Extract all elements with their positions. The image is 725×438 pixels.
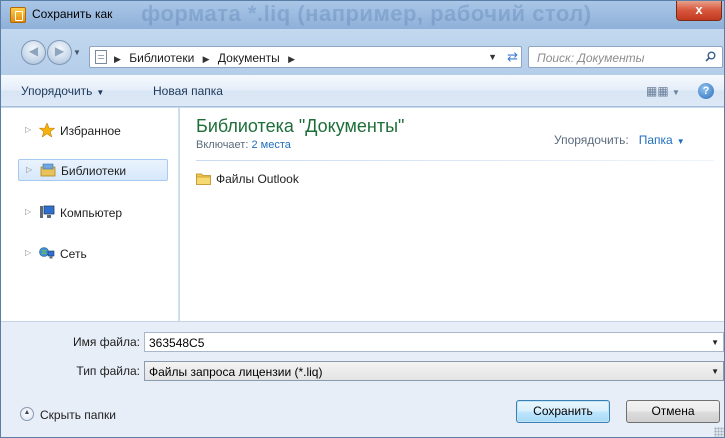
cancel-button[interactable]: Отмена — [626, 400, 720, 423]
folder-icon — [196, 173, 211, 185]
folder-name: Файлы Outlook — [216, 172, 299, 186]
filename-label: Имя файла: — [73, 335, 140, 349]
arrange-label: Упорядочить: — [554, 133, 629, 147]
address-bar[interactable]: ▶ Библиотеки ▶ Документы ▶ ▼ ⇄ — [89, 46, 522, 68]
breadcrumb-libraries[interactable]: Библиотеки — [129, 51, 194, 65]
nav-item-computer[interactable]: ▷ Компьютер — [1, 201, 179, 223]
filetype-select[interactable]: Файлы запроса лицензии (*.liq) ▼ — [144, 361, 724, 381]
nav-item-favorites[interactable]: ▷ Избранное — [1, 119, 179, 141]
star-icon — [39, 123, 55, 137]
new-folder-button[interactable]: Новая папка — [153, 84, 223, 98]
view-options-icon[interactable]: ▦▦ ▼ — [646, 84, 680, 98]
nav-label-network: Сеть — [60, 247, 87, 261]
breadcrumb-chevron-icon[interactable]: ▶ — [203, 54, 210, 65]
search-input[interactable]: Поиск: Документы — [528, 46, 723, 68]
organize-menu-button[interactable]: Упорядочить ▼ — [21, 84, 104, 98]
forward-button[interactable]: ▶ — [47, 40, 72, 65]
hide-folders-label: Скрыть папки — [40, 408, 116, 422]
nav-label-computer: Компьютер — [60, 206, 123, 220]
back-arrow-icon: ◀ — [28, 44, 39, 58]
file-list-pane: Библиотека "Документы" Включает: 2 места… — [180, 108, 724, 321]
save-button[interactable]: Сохранить — [516, 400, 610, 423]
title-bar[interactable]: формата *.liq (например, рабочий стол) С… — [1, 1, 724, 29]
breadcrumb-documents[interactable]: Документы — [218, 51, 280, 65]
includes-locations-link[interactable]: 2 места — [251, 139, 290, 151]
chevron-down-icon[interactable]: ▼ — [677, 137, 685, 146]
filetype-label: Тип файла: — [76, 364, 140, 378]
search-placeholder: Поиск: Документы — [537, 51, 645, 65]
nav-item-libraries[interactable]: ▷ Библиотеки — [18, 159, 168, 181]
save-as-dialog: формата *.liq (например, рабочий стол) С… — [0, 0, 725, 438]
filename-value: 363548C5 — [149, 336, 205, 350]
help-icon[interactable]: ? — [698, 83, 714, 99]
chevron-down-icon[interactable]: ▼ — [711, 367, 719, 376]
refresh-icon[interactable]: ⇄ — [507, 49, 518, 65]
expand-triangle-icon[interactable]: ▷ — [25, 207, 31, 216]
address-dropdown-icon[interactable]: ▼ — [488, 52, 497, 62]
resize-grip-icon[interactable] — [714, 427, 724, 437]
recent-pages-dropdown-icon[interactable]: ▼ — [73, 48, 81, 57]
nav-label-libraries: Библиотеки — [61, 164, 127, 178]
chevron-down-icon[interactable]: ▼ — [711, 338, 719, 347]
arrange-by-dropdown[interactable]: Папка — [639, 133, 673, 147]
search-icon[interactable] — [705, 51, 716, 62]
address-row: ◀ ▶ ▼ ▶ Библиотеки ▶ Документы ▶ ▼ ⇄ Пои… — [1, 29, 724, 75]
expand-triangle-icon[interactable]: ▷ — [26, 165, 32, 174]
filetype-value: Файлы запроса лицензии (*.liq) — [149, 365, 323, 379]
library-icon — [40, 163, 56, 177]
dialog-app-icon — [10, 7, 26, 23]
close-button[interactable]: x — [676, 1, 722, 21]
filename-field[interactable]: 363548C5 ▼ — [144, 332, 724, 352]
includes-label: Включает: — [196, 139, 249, 151]
breadcrumb-chevron-icon[interactable]: ▶ — [114, 54, 121, 65]
header-divider — [196, 160, 714, 161]
command-toolbar: Упорядочить ▼ Новая папка ▦▦ ▼ ? — [1, 75, 724, 107]
navigation-pane: ▷ Избранное ▷ Библиотеки ▷ Компьютер ▷ С… — [1, 108, 179, 321]
breadcrumb: ▶ Библиотеки ▶ Документы ▶ — [114, 51, 300, 65]
nav-item-network[interactable]: ▷ Сеть — [1, 242, 179, 264]
collapse-up-icon: ▲ — [20, 407, 34, 421]
library-title: Библиотека "Документы" — [196, 116, 405, 136]
document-icon — [95, 50, 107, 64]
save-form-area: Имя файла: 363548C5 ▼ Тип файла: Файлы з… — [1, 321, 724, 437]
computer-icon — [40, 205, 55, 218]
arrange-by-control: Упорядочить: Папка ▼ — [554, 133, 685, 147]
expand-triangle-icon[interactable]: ▷ — [25, 125, 31, 134]
close-icon: x — [695, 2, 703, 17]
background-window-text: формата *.liq (например, рабочий стол) — [141, 1, 592, 26]
organize-label: Упорядочить — [21, 84, 93, 98]
back-button[interactable]: ◀ — [21, 40, 46, 65]
nav-label-favorites: Избранное — [60, 124, 121, 138]
expand-triangle-icon[interactable]: ▷ — [25, 248, 31, 257]
chevron-down-icon: ▼ — [96, 88, 105, 97]
window-title: Сохранить как — [32, 7, 113, 21]
library-includes: Включает: 2 места — [196, 139, 291, 151]
network-icon — [39, 247, 55, 259]
breadcrumb-chevron-icon[interactable]: ▶ — [288, 54, 295, 65]
forward-arrow-icon: ▶ — [54, 44, 65, 58]
